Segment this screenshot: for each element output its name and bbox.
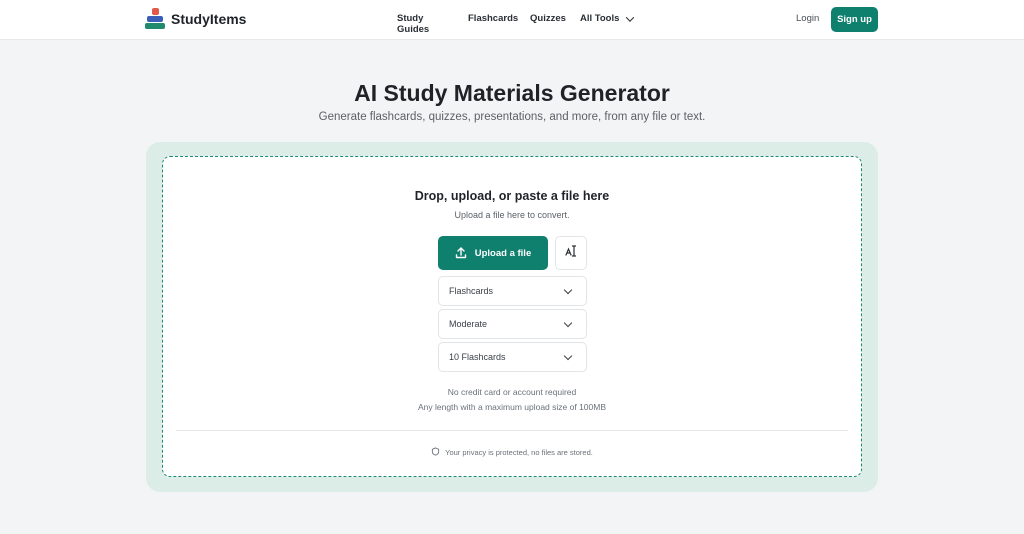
difficulty-value: Moderate [449, 319, 488, 329]
logo-text: StudyItems [171, 11, 247, 27]
nav-link-flashcards[interactable]: Flashcards [468, 13, 518, 24]
count-select[interactable]: 10 Flashcards [438, 342, 587, 372]
upload-icon [455, 247, 467, 259]
logo-mark-icon [145, 8, 165, 30]
nav-link-all-tools[interactable]: All Tools [580, 12, 635, 24]
chevron-down-icon [563, 351, 573, 361]
file-dropzone[interactable]: Drop, upload, or paste a file here Uploa… [162, 156, 862, 477]
top-navbar: StudyItems Study Guides Flashcards Quizz… [0, 0, 1024, 40]
text-input-button[interactable] [555, 236, 587, 270]
material-type-value: Flashcards [449, 286, 494, 296]
page-title: AI Study Materials Generator [354, 80, 670, 106]
chevron-down-icon [563, 318, 573, 328]
difficulty-select[interactable]: Moderate [438, 309, 587, 339]
dropzone-title: Drop, upload, or paste a file here [414, 189, 610, 203]
signup-button[interactable]: Sign up [831, 7, 878, 32]
upload-file-button[interactable]: Upload a file [438, 236, 548, 270]
upload-panel: Drop, upload, or paste a file here Uploa… [146, 142, 878, 492]
text-input-icon [564, 244, 578, 263]
upload-limit-note: Any length with a maximum upload size of… [417, 402, 607, 412]
upload-button-label: Upload a file [474, 247, 532, 259]
privacy-text: Your privacy is protected, no files are … [445, 448, 593, 457]
nav-link-quizzes[interactable]: Quizzes [530, 13, 566, 24]
nav-link-all-tools-label: All Tools [580, 13, 620, 24]
logo[interactable]: StudyItems [145, 8, 246, 30]
chevron-down-icon [626, 12, 635, 22]
login-link[interactable]: Login [796, 13, 819, 24]
count-value: 10 Flashcards [449, 352, 506, 362]
material-type-select[interactable]: Flashcards [438, 276, 587, 306]
divider [176, 430, 848, 431]
shield-icon [431, 447, 440, 458]
no-account-note: No credit card or account required [447, 387, 577, 397]
dropzone-subtitle: Upload a file here to convert. [454, 210, 570, 220]
chevron-down-icon [563, 285, 573, 295]
page-subtitle: Generate flashcards, quizzes, presentati… [318, 111, 706, 123]
nav-link-study-guides[interactable]: Study Guides [397, 13, 429, 35]
privacy-note: Your privacy is protected, no files are … [163, 447, 861, 458]
